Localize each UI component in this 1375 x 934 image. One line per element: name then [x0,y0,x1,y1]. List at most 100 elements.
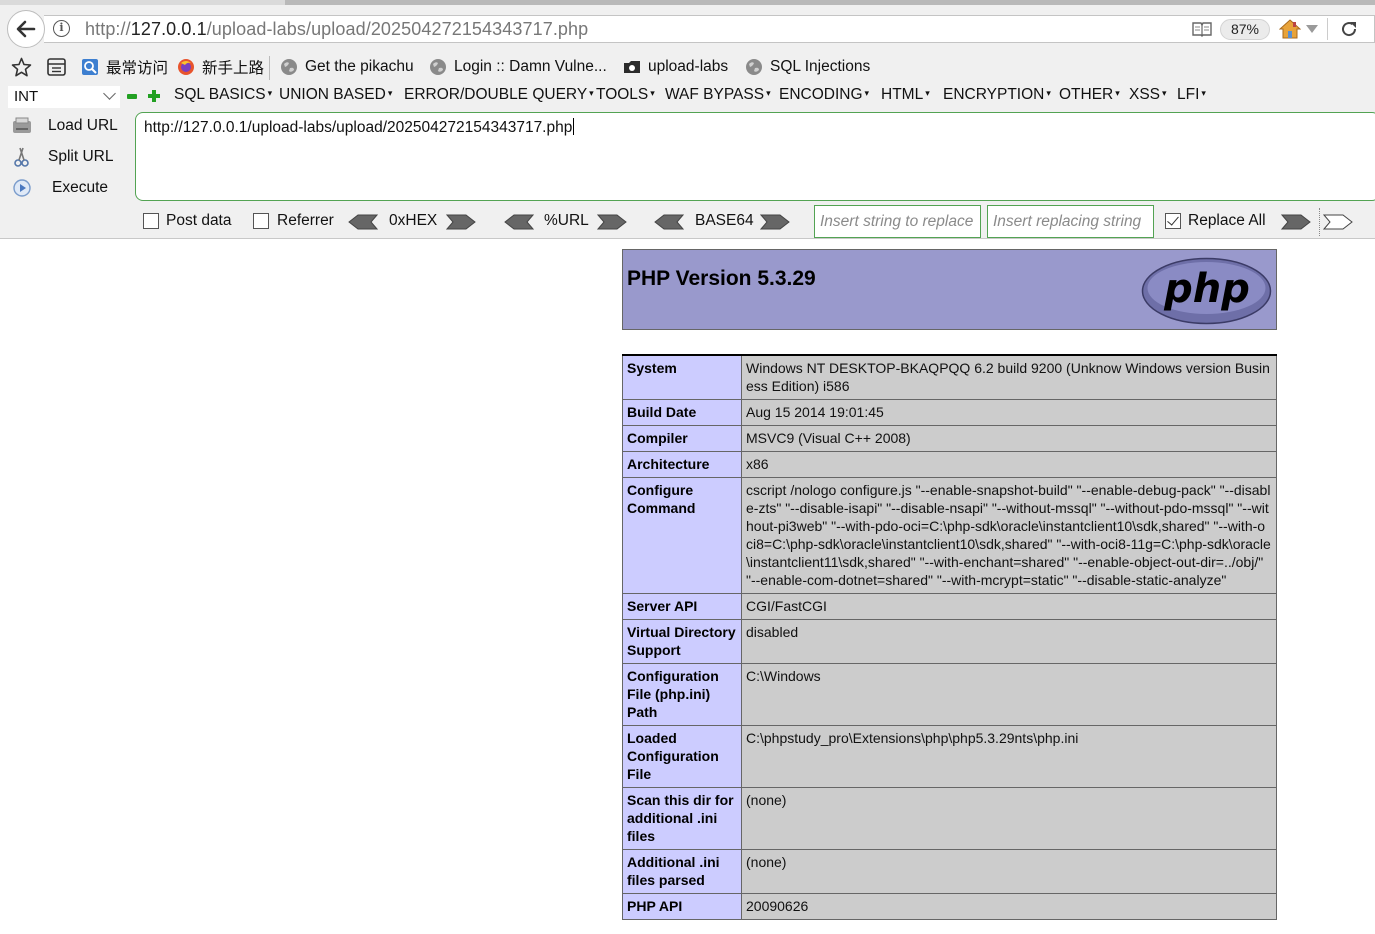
bookmarks-list-icon[interactable] [47,58,66,76]
row-key: Server API [622,593,742,620]
row-key: Virtual Directory Support [622,619,742,664]
zoom-level-badge[interactable]: 87% [1220,19,1270,40]
table-row: Compiler MSVC9 (Visual C++ 2008) [622,425,1277,452]
browser-chrome: i http://127.0.0.1/upload-labs/upload/20… [0,0,1375,239]
table-row: System Windows NT DESKTOP-BKAQPQQ 6.2 bui… [622,354,1277,400]
table-row: PHP API 20090626 [622,893,1277,920]
hex-encode-arrow-icon[interactable] [446,213,476,231]
menu-html[interactable]: HTML ▾ [881,86,930,104]
hex-decode-arrow-icon[interactable] [348,213,378,231]
row-value: Windows NT DESKTOP-BKAQPQQ 6.2 build 920… [741,354,1277,400]
reader-view-icon[interactable] [1192,21,1212,37]
replace-string-input[interactable]: Insert string to replace [814,205,981,238]
row-value: disabled [741,619,1277,664]
split-url-button[interactable]: Split URL [0,143,135,171]
replace-all-arrow-icon[interactable] [1323,213,1353,231]
back-arrow-icon [16,20,36,38]
bookmark-getting-started[interactable]: 新手上路 [177,53,264,81]
row-value: 20090626 [741,893,1277,920]
globe-icon [430,59,446,75]
row-value: C:\Windows [741,663,1277,726]
load-url-button[interactable]: Load URL [0,112,135,140]
svg-text:php: php [1163,266,1250,312]
back-button[interactable] [7,10,45,48]
firefox-icon [178,59,194,75]
row-key: Compiler [622,425,742,452]
replace-arrow-icon[interactable] [1281,213,1311,231]
menu-tools[interactable]: TOOLS ▾ [596,86,655,104]
scissors-icon [14,147,29,167]
replace-all-label: Replace All [1188,212,1266,229]
type-select[interactable]: INT [8,86,120,108]
table-row: Configuration File (php.ini) Path C:\Wind… [622,663,1277,726]
hackbar-actions: Load URL Split URL Execute [0,112,135,207]
hex-label: 0xHEX [389,212,438,229]
bookmark-pikachu[interactable]: Get the pikachu [280,53,414,81]
chevron-down-icon [103,87,116,100]
text-caret [573,118,575,135]
url-encode-arrow-icon[interactable] [597,213,627,231]
execute-button[interactable]: Execute [0,174,135,202]
phpinfo-table: System Windows NT DESKTOP-BKAQPQQ 6.2 bui… [622,354,1277,920]
bookmark-upload-labs[interactable]: upload-labs [623,53,728,81]
address-url[interactable]: http://127.0.0.1/upload-labs/upload/2025… [85,19,588,40]
frequent-icon [82,59,98,75]
table-row: Architecture x86 [622,451,1277,478]
post-data-label: Post data [166,212,232,229]
row-value: (none) [741,849,1277,894]
home-icon[interactable] [1279,19,1301,39]
menu-lfi[interactable]: LFI ▾ [1177,86,1206,104]
bookmark-frequent[interactable]: 最常访问 [81,53,168,81]
base64-encode-arrow-icon[interactable] [760,213,790,231]
menu-xss[interactable]: XSS ▾ [1129,86,1167,104]
history-dropdown-icon[interactable] [1306,25,1318,33]
base64-decode-arrow-icon[interactable] [654,213,684,231]
table-row: Loaded Configuration File C:\phpstudy_pro… [622,725,1277,788]
row-value: MSVC9 (Visual C++ 2008) [741,425,1277,452]
replace-all-checkbox[interactable] [1165,213,1181,229]
row-value: Aug 15 2014 19:01:45 [741,399,1277,426]
folder-icon [624,61,640,73]
row-value: C:\phpstudy_pro\Extensions\php\php5.3.29… [741,725,1277,788]
replacing-string-input[interactable]: Insert replacing string [987,205,1154,238]
play-icon [13,179,31,197]
url-decode-arrow-icon[interactable] [504,213,534,231]
hackbar-url-textarea[interactable]: http://127.0.0.1/upload-labs/upload/2025… [135,112,1375,201]
menu-other[interactable]: OTHER ▾ [1059,86,1120,104]
minus-icon[interactable] [127,94,137,99]
menu-encryption[interactable]: ENCRYPTION ▾ [943,86,1051,104]
row-key: Architecture [622,451,742,478]
hackbar-menu: INT SQL BASICS ▾ UNION BASED ▾ ERROR/DOUBL… [0,84,1375,108]
reload-icon[interactable] [1340,20,1358,38]
load-url-icon [13,117,31,133]
referrer-label: Referrer [277,212,334,229]
navigation-bar: i http://127.0.0.1/upload-labs/upload/20… [0,8,1375,48]
address-bar[interactable]: i http://127.0.0.1/upload-labs/upload/20… [44,15,1375,43]
menu-union-based[interactable]: UNION BASED ▾ [279,86,392,104]
base64-label: BASE64 [695,212,754,229]
post-data-checkbox[interactable] [143,213,159,229]
menu-encoding[interactable]: ENCODING ▾ [779,86,869,104]
table-row: Build Date Aug 15 2014 19:01:45 [622,399,1277,426]
row-key: Scan this dir for additional .ini files [622,787,742,850]
globe-icon [746,59,762,75]
row-key: Build Date [622,399,742,426]
menu-sql-basics[interactable]: SQL BASICS ▾ [174,86,272,104]
phpinfo-header: PHP Version 5.3.29 php [622,249,1277,330]
info-icon[interactable]: i [53,20,70,37]
bookmark-dvwa[interactable]: Login :: Damn Vulne... [429,53,607,81]
bookmark-sql-injections[interactable]: SQL Injections [745,53,870,81]
plus-icon[interactable] [148,90,160,102]
hackbar-controls: Post data Referrer 0xHEX %URL BASE64 Ins… [0,205,1375,239]
bookmark-star-icon[interactable] [11,57,32,77]
menu-error-double-query[interactable]: ERROR/DOUBLE QUERY ▾ [404,86,594,104]
page-title: PHP Version 5.3.29 [627,267,816,290]
menu-waf-bypass[interactable]: WAF BYPASS ▾ [665,86,771,104]
referrer-checkbox[interactable] [253,213,269,229]
row-key: PHP API [622,893,742,920]
table-row: Additional .ini files parsed (none) [622,849,1277,894]
row-key: Loaded Configuration File [622,725,742,788]
row-key: Configuration File (php.ini) Path [622,663,742,726]
php-logo[interactable]: php [1141,257,1272,325]
globe-icon [281,59,297,75]
